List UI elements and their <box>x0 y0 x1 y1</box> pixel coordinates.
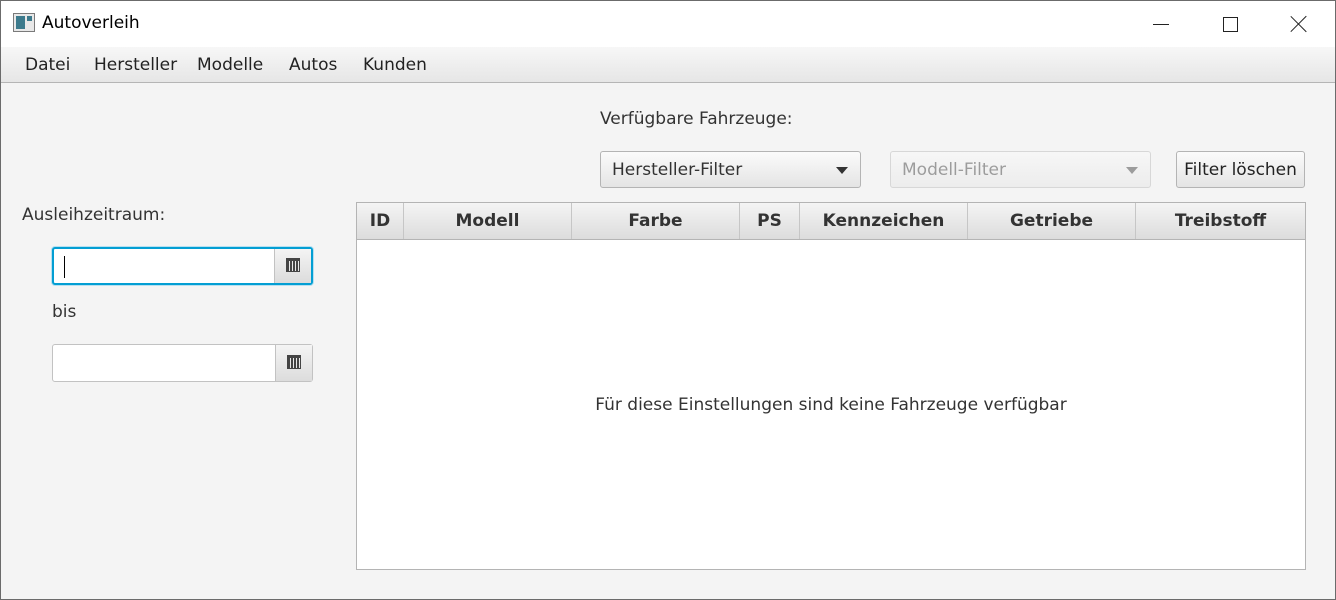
close-icon <box>1290 15 1308 33</box>
column-header-getriebe[interactable]: Getriebe <box>968 203 1136 239</box>
menu-kunden[interactable]: Kunden <box>363 55 427 75</box>
rental-start-calendar-button[interactable] <box>274 249 311 283</box>
maximize-button[interactable] <box>1196 1 1264 47</box>
app-icon <box>13 13 35 32</box>
minimize-button[interactable] <box>1127 1 1195 47</box>
menu-hersteller[interactable]: Hersteller <box>94 55 177 75</box>
rental-period-label: Ausleihzeitraum: <box>22 205 166 225</box>
column-header-ps[interactable]: PS <box>740 203 800 239</box>
column-header-farbe[interactable]: Farbe <box>572 203 740 239</box>
calendar-icon <box>286 258 300 272</box>
model-filter-combo[interactable]: Modell-Filter <box>890 151 1151 188</box>
close-button[interactable] <box>1265 1 1333 47</box>
manufacturer-filter-text: Hersteller-Filter <box>612 160 743 180</box>
title-bar[interactable]: Autoverleih <box>1 1 1335 47</box>
menu-autos[interactable]: Autos <box>289 55 337 75</box>
chevron-down-icon <box>1126 167 1138 174</box>
calendar-icon <box>287 355 301 369</box>
empty-table-message: Für diese Einstellungen sind keine Fahrz… <box>595 395 1067 415</box>
column-header-id[interactable]: ID <box>357 203 404 239</box>
maximize-icon <box>1222 16 1238 32</box>
model-filter-text: Modell-Filter <box>902 160 1007 180</box>
rental-start-input[interactable] <box>54 249 277 283</box>
menu-bar: Datei Hersteller Modelle Autos Kunden <box>1 47 1335 83</box>
rental-end-calendar-button[interactable] <box>275 345 312 381</box>
column-header-treibstoff[interactable]: Treibstoff <box>1136 203 1305 239</box>
column-header-modell[interactable]: Modell <box>404 203 572 239</box>
manufacturer-filter-combo[interactable]: Hersteller-Filter <box>600 151 861 188</box>
rental-start-datepicker[interactable] <box>52 247 313 285</box>
window-title: Autoverleih <box>42 13 140 33</box>
table-header: ID Modell Farbe PS Kennzeichen Getriebe … <box>357 203 1305 240</box>
clear-filter-button[interactable]: Filter löschen <box>1176 151 1305 188</box>
text-caret <box>64 256 65 278</box>
vehicles-table[interactable]: ID Modell Farbe PS Kennzeichen Getriebe … <box>356 202 1306 570</box>
minimize-icon <box>1153 23 1169 25</box>
rental-end-datepicker[interactable] <box>52 344 313 382</box>
menu-modelle[interactable]: Modelle <box>197 55 263 75</box>
app-window: Autoverleih Datei Hersteller Modelle Aut… <box>0 0 1336 600</box>
rental-period-separator: bis <box>52 302 77 322</box>
available-vehicles-heading: Verfügbare Fahrzeuge: <box>600 109 793 129</box>
column-header-kennzeichen[interactable]: Kennzeichen <box>800 203 968 239</box>
chevron-down-icon <box>836 167 848 174</box>
rental-end-input[interactable] <box>53 345 276 381</box>
menu-datei[interactable]: Datei <box>25 55 70 75</box>
